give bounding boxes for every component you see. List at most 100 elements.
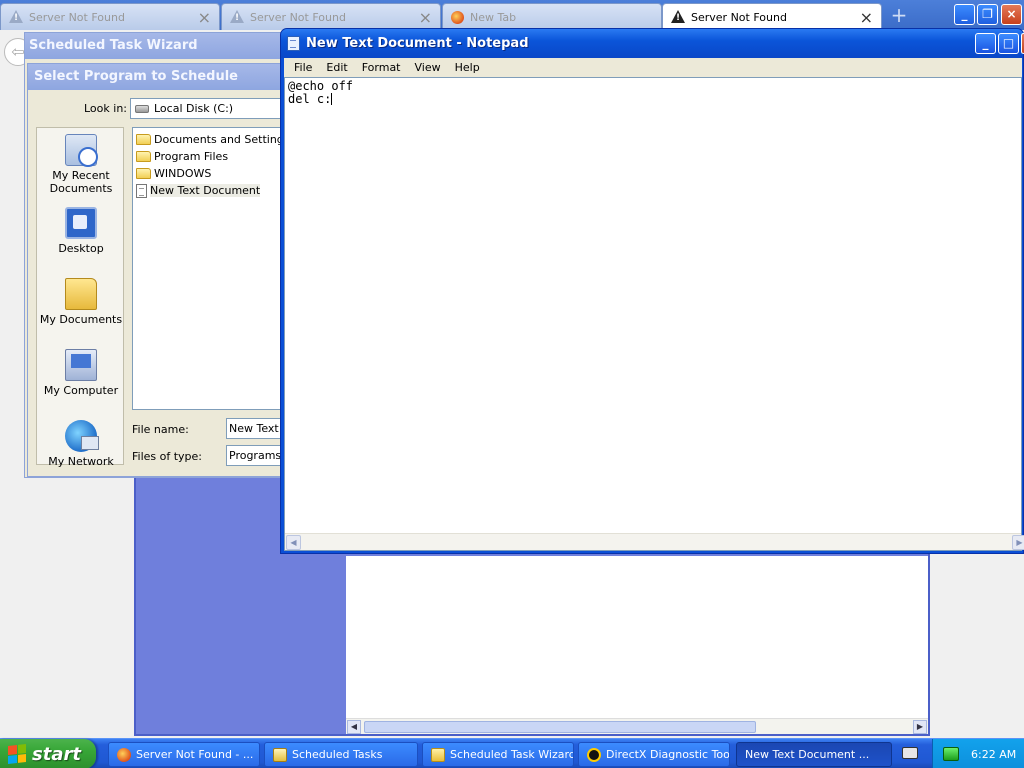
list-item[interactable]: Documents and Settings — [135, 131, 290, 148]
place-my-computer[interactable]: My Computer — [37, 349, 125, 397]
scroll-left-arrow-icon[interactable]: ◀ — [286, 535, 301, 550]
maximize-button[interactable]: □ — [998, 33, 1019, 54]
taskbar: start Server Not Found - ... Scheduled T… — [0, 738, 1024, 768]
file-list[interactable]: Documents and Settings Program Files WIN… — [132, 127, 292, 410]
place-my-network[interactable]: My Network — [37, 420, 125, 468]
taskbar-item-label: Server Not Found - ... — [136, 748, 254, 761]
browser-close-button[interactable]: × — [1001, 4, 1022, 25]
folder-icon — [136, 168, 151, 179]
drive-icon — [135, 104, 149, 113]
menu-file[interactable]: File — [287, 61, 319, 74]
minimize-button[interactable]: _ — [975, 33, 996, 54]
editor-line-1: @echo off — [288, 79, 354, 93]
scroll-right-arrow-icon[interactable]: ▶ — [1012, 535, 1024, 550]
browser-tab-3[interactable]: New Tab — [442, 3, 662, 30]
tab-label: New Tab — [470, 10, 517, 24]
taskbar-item-label: DirectX Diagnostic Tool — [606, 748, 730, 761]
start-button[interactable]: start — [0, 739, 96, 768]
browser-tab-strip: Server Not Found × Server Not Found × Ne… — [0, 0, 1024, 30]
scroll-thumb[interactable] — [364, 721, 756, 733]
browser-tab-4[interactable]: Server Not Found × — [662, 3, 882, 30]
select-program-dialog: Select Program to Schedule Look in: Loca… — [27, 63, 292, 477]
close-icon[interactable]: × — [198, 8, 211, 27]
my-documents-icon — [65, 278, 97, 310]
scroll-right-arrow-icon[interactable]: ▶ — [913, 720, 927, 734]
taskbar-item-directx-diagnostic[interactable]: DirectX Diagnostic Tool — [578, 742, 730, 767]
menu-format[interactable]: Format — [355, 61, 408, 74]
place-label: My Computer — [43, 384, 119, 397]
place-label: Desktop — [58, 242, 104, 255]
wizard-title: Scheduled Task Wizard — [25, 33, 285, 59]
close-icon[interactable]: × — [860, 8, 873, 27]
place-label: My Documents — [39, 313, 123, 326]
list-item[interactable]: WINDOWS — [135, 165, 289, 182]
text-caret — [331, 93, 333, 105]
look-in-value: Local Disk (C:) — [154, 102, 234, 115]
browser-restore-button[interactable]: ❐ — [977, 4, 998, 25]
folder-icon — [136, 134, 151, 145]
list-item[interactable]: Program Files — [135, 148, 289, 165]
browser-tab-1[interactable]: Server Not Found × — [0, 3, 220, 30]
editor-line-2: del c: — [288, 92, 332, 106]
desktop-icon — [65, 207, 97, 239]
places-bar: My Recent Documents Desktop My Documents… — [36, 127, 125, 468]
taskbar-item-scheduled-task-wizard[interactable]: Scheduled Task Wizard — [422, 742, 574, 767]
taskbar-item-label: Scheduled Task Wizard — [450, 748, 574, 761]
menu-edit[interactable]: Edit — [319, 61, 354, 74]
menu-view[interactable]: View — [408, 61, 448, 74]
browser-minimize-button[interactable]: _ — [954, 4, 975, 25]
recent-documents-icon — [65, 134, 98, 167]
keyboard-icon[interactable] — [902, 747, 918, 759]
scheduled-tasks-icon — [273, 747, 287, 762]
new-tab-button[interactable]: + — [886, 3, 912, 29]
file-type-label: Files of type: — [132, 450, 203, 463]
background-page-area — [346, 556, 928, 720]
taskbar-item-label: New Text Document ... — [745, 748, 870, 761]
taskbar-item-browser[interactable]: Server Not Found - ... — [108, 742, 260, 767]
background-horizontal-scrollbar[interactable]: ◀ ▶ — [346, 718, 928, 734]
menu-help[interactable]: Help — [448, 61, 487, 74]
place-label: My Network — [48, 455, 114, 468]
network-status-icon[interactable] — [943, 747, 959, 761]
file-label: New Text Document — [150, 184, 261, 197]
taskbar-item-label: Scheduled Tasks — [292, 748, 383, 761]
taskbar-item-notepad[interactable]: New Text Document ... — [736, 742, 892, 767]
look-in-label: Look in: — [84, 102, 127, 115]
look-in-dropdown[interactable]: Local Disk (C:) — [130, 98, 290, 119]
tab-label: Server Not Found — [250, 10, 346, 24]
scroll-left-arrow-icon[interactable]: ◀ — [347, 720, 361, 734]
window-title: New Text Document - Notepad — [306, 36, 529, 51]
file-label: Program Files — [154, 150, 229, 163]
editor-content: @echo off del c: — [288, 80, 353, 106]
notepad-icon — [287, 36, 300, 51]
folder-icon — [136, 151, 151, 162]
windows-logo-icon — [8, 744, 26, 764]
file-label: WINDOWS — [154, 167, 212, 180]
start-label: start — [32, 743, 81, 765]
taskbar-item-scheduled-tasks[interactable]: Scheduled Tasks — [264, 742, 418, 767]
my-computer-icon — [65, 349, 97, 381]
place-label: My Recent Documents — [49, 169, 113, 195]
text-editor-area[interactable]: @echo off del c: ◀ ▶ — [284, 77, 1024, 551]
list-item[interactable]: New Text Document — [135, 182, 289, 199]
close-icon[interactable]: × — [419, 8, 432, 27]
firefox-icon — [451, 10, 464, 24]
text-file-icon — [136, 183, 147, 198]
warning-icon — [230, 10, 244, 24]
browser-tab-2[interactable]: Server Not Found × — [221, 3, 441, 30]
tab-label: Server Not Found — [29, 10, 125, 24]
place-desktop[interactable]: Desktop — [37, 207, 125, 255]
warning-icon — [9, 10, 23, 24]
horizontal-scrollbar[interactable]: ◀ ▶ — [285, 533, 1024, 550]
dialog-title: Select Program to Schedule — [28, 64, 288, 90]
place-my-recent-documents[interactable]: My Recent Documents — [37, 134, 125, 195]
place-my-documents[interactable]: My Documents — [37, 278, 125, 326]
warning-icon — [671, 10, 685, 24]
clock[interactable]: 6:22 AM — [971, 748, 1016, 761]
tab-label: Server Not Found — [691, 10, 787, 24]
file-label: Documents and Settings — [154, 133, 290, 146]
notepad-titlebar[interactable]: New Text Document - Notepad — [281, 29, 1023, 58]
my-network-icon — [65, 420, 99, 452]
firefox-icon — [117, 747, 131, 762]
scheduled-task-wizard-window: Scheduled Task Wizard Select Program to … — [24, 32, 292, 478]
